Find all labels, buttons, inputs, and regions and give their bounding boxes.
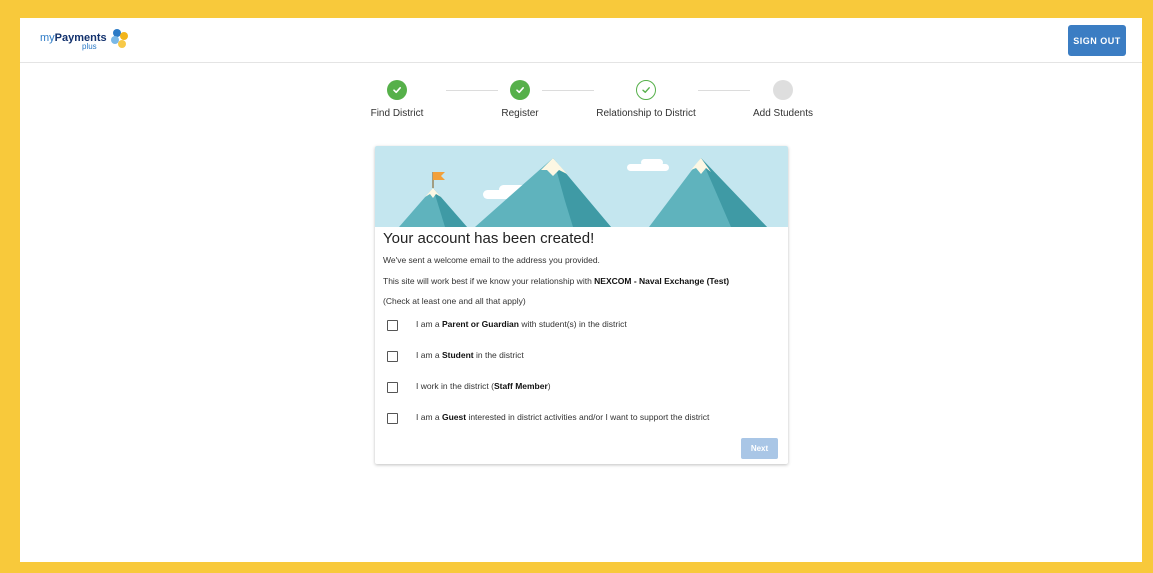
step-todo-circle (773, 80, 793, 100)
option-label: I am a Parent or Guardian with student(s… (416, 319, 627, 329)
check-instruction: (Check at least one and all that apply) (383, 296, 526, 306)
next-button[interactable]: Next (741, 438, 778, 459)
step-done-circle (387, 80, 407, 100)
logo-dots-icon (111, 29, 128, 48)
step-label: Register (501, 108, 539, 119)
step-current-circle (636, 80, 656, 100)
step-label: Add Students (752, 108, 814, 119)
option-label: I am a Student in the district (416, 350, 524, 360)
option-staff-member[interactable]: I work in the district (Staff Member) (387, 380, 551, 394)
option-label: I am a Guest interested in district acti… (416, 412, 710, 422)
staff-member-checkbox[interactable] (387, 381, 398, 393)
check-icon (393, 87, 401, 94)
step-relationship: Relationship to District (591, 80, 701, 119)
option-parent-guardian[interactable]: I am a Parent or Guardian with student(s… (387, 318, 627, 332)
sign-out-button[interactable]: SIGN OUT (1068, 25, 1126, 56)
app-frame: myPayments plus SIGN OUT Find District R… (20, 18, 1142, 562)
guest-checkbox[interactable] (387, 412, 398, 424)
logo-payments: Payments (54, 32, 107, 44)
progress-stepper: Find District Register Relationship to D… (360, 80, 813, 122)
logo-my: my (40, 32, 55, 44)
welcome-email-text: We've sent a welcome email to the addres… (383, 255, 600, 265)
account-created-card: Your account has been created! We've sen… (375, 146, 788, 464)
step-find-district: Find District (342, 80, 452, 119)
top-bar: myPayments plus SIGN OUT (20, 18, 1142, 63)
mountain-banner (375, 146, 788, 227)
option-guest[interactable]: I am a Guest interested in district acti… (387, 411, 709, 425)
logo-plus: plus (82, 42, 97, 51)
step-register: Register (465, 80, 575, 119)
step-label: Find District (370, 108, 424, 119)
relationship-prompt-prefix: This site will work best if we know your… (383, 276, 595, 286)
parent-guardian-checkbox[interactable] (387, 319, 398, 331)
card-title: Your account has been created! (383, 230, 595, 247)
step-done-circle (510, 80, 530, 100)
check-icon (516, 87, 524, 94)
option-student[interactable]: I am a Student in the district (387, 349, 524, 363)
step-label: Relationship to District (596, 108, 696, 119)
step-add-students: Add Students (728, 80, 838, 119)
relationship-prompt: This site will work best if we know your… (383, 276, 729, 286)
option-label: I work in the district (Staff Member) (416, 381, 551, 391)
district-name: NEXCOM - Naval Exchange (Test) (594, 276, 730, 286)
check-icon (642, 87, 650, 93)
student-checkbox[interactable] (387, 350, 398, 362)
